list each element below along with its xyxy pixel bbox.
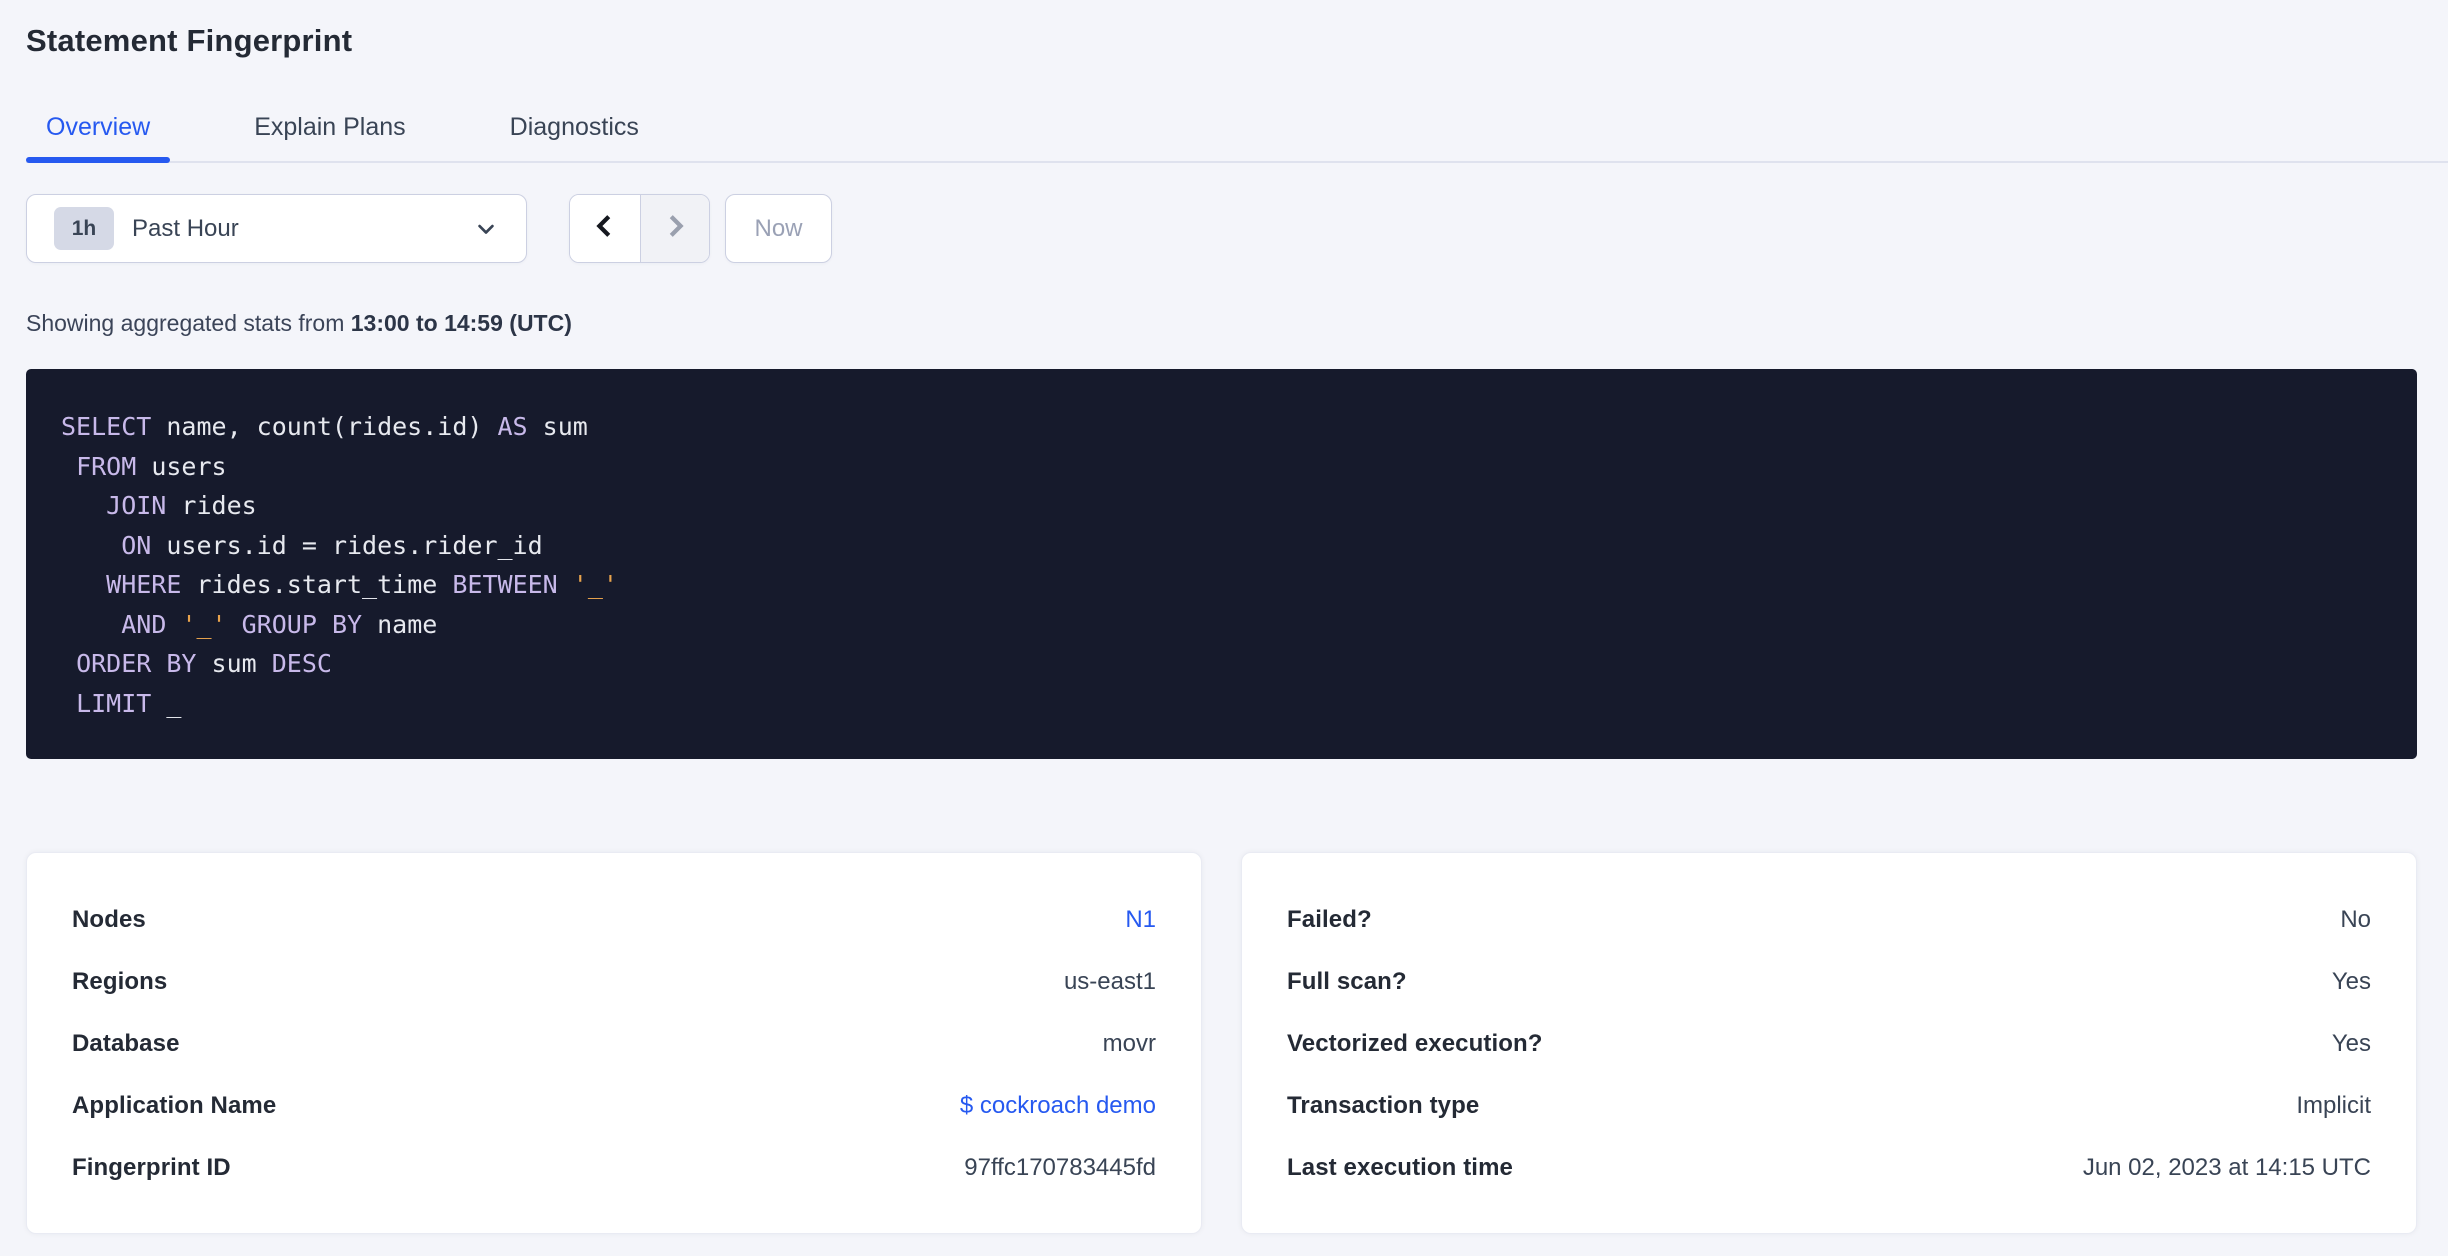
row-label: Regions [72, 968, 168, 995]
stats-summary-prefix: Showing aggregated stats from [26, 310, 351, 336]
row-label: Fingerprint ID [72, 1154, 231, 1181]
chevron-right-icon [660, 211, 690, 246]
table-row: Database movr [72, 1013, 1156, 1075]
sql-line: ORDER BY sum DESC [76, 649, 332, 678]
next-interval-button[interactable] [639, 195, 709, 262]
aggregated-stats-summary: Showing aggregated stats from 13:00 to 1… [26, 308, 2417, 338]
table-row: Vectorized execution? Yes [1287, 1013, 2371, 1075]
time-stepper [569, 194, 710, 263]
row-value: movr [1102, 1030, 1156, 1057]
previous-interval-button[interactable] [570, 195, 640, 262]
sql-line: AND '_' GROUP BY name [121, 609, 438, 639]
sql-line: JOIN rides [106, 491, 257, 520]
row-value: No [2340, 906, 2371, 933]
page-title: Statement Fingerprint [26, 23, 353, 58]
row-value: Implicit [2296, 1092, 2371, 1119]
sql-line: FROM users [76, 451, 227, 481]
table-row: Last execution time Jun 02, 2023 at 14:15… [1287, 1137, 2371, 1199]
row-value-link[interactable]: $ cockroach demo [960, 1092, 1156, 1120]
row-value-link[interactable]: N1 [1125, 906, 1156, 934]
sql-line: SELECT name, count(rides.id) AS sum [61, 412, 588, 441]
summary-card-right: Failed? No Full scan? Yes Vectorized executi… [1241, 852, 2417, 1234]
now-button[interactable]: Now [725, 194, 832, 263]
row-value: us-east1 [1063, 968, 1156, 995]
table-row: Transaction type Implicit [1287, 1075, 2371, 1137]
table-row: Failed? No [1287, 889, 2371, 951]
table-row: Nodes N1 [72, 889, 1156, 951]
row-label: Transaction type [1287, 1092, 1480, 1119]
time-interval-label: Past Hour [132, 214, 239, 242]
chevron-left-icon [590, 211, 620, 246]
statement-fingerprint-page: Statement Fingerprint Overview Explain P… [0, 20, 2448, 1256]
row-value: Yes [2331, 968, 2371, 995]
sql-line: ON users.id = rides.rider_id [121, 530, 543, 560]
table-row: Fingerprint ID 97ffc170783445fd [72, 1137, 1156, 1199]
row-value: Jun 02, 2023 at 14:15 UTC [2082, 1154, 2371, 1181]
stats-summary-range: 13:00 to 14:59 (UTC) [350, 310, 572, 336]
sql-line: WHERE rides.start_time BETWEEN '_' [106, 570, 618, 599]
row-label: Full scan? [1287, 968, 1407, 995]
row-label: Vectorized execution? [1287, 1030, 1543, 1057]
row-label: Application Name [72, 1092, 277, 1119]
time-interval-badge: 1h [54, 207, 114, 250]
row-value: 97ffc170783445fd [964, 1154, 1156, 1181]
row-label: Database [72, 1030, 180, 1057]
chevron-down-icon [472, 215, 500, 243]
row-value: Yes [2331, 1030, 2371, 1057]
summary-cards: Nodes N1 Regions us-east1 Database movr Applic… [26, 852, 2417, 1234]
table-row: Application Name $ cockroach demo [72, 1075, 1156, 1137]
tab-explain-plans[interactable]: Explain Plans [234, 112, 425, 161]
time-range-dropdown[interactable]: 1h Past Hour [26, 194, 527, 263]
tab-diagnostics[interactable]: Diagnostics [490, 112, 659, 161]
table-row: Regions us-east1 [72, 951, 1156, 1013]
time-controls: 1h Past Hour Now [26, 194, 2417, 263]
summary-card-left: Nodes N1 Regions us-east1 Database movr Applic… [26, 852, 1202, 1234]
row-label: Failed? [1287, 906, 1372, 933]
sql-line: LIMIT _ [76, 688, 182, 718]
table-row: Full scan? Yes [1287, 951, 2371, 1013]
sql-code-block: SELECT name, count(rides.id) AS sum FROM… [26, 369, 2417, 759]
tab-overview[interactable]: Overview [26, 112, 171, 163]
tab-bar: Overview Explain Plans Diagnostics [26, 112, 2448, 163]
row-label: Nodes [72, 906, 146, 933]
row-label: Last execution time [1287, 1154, 1513, 1181]
